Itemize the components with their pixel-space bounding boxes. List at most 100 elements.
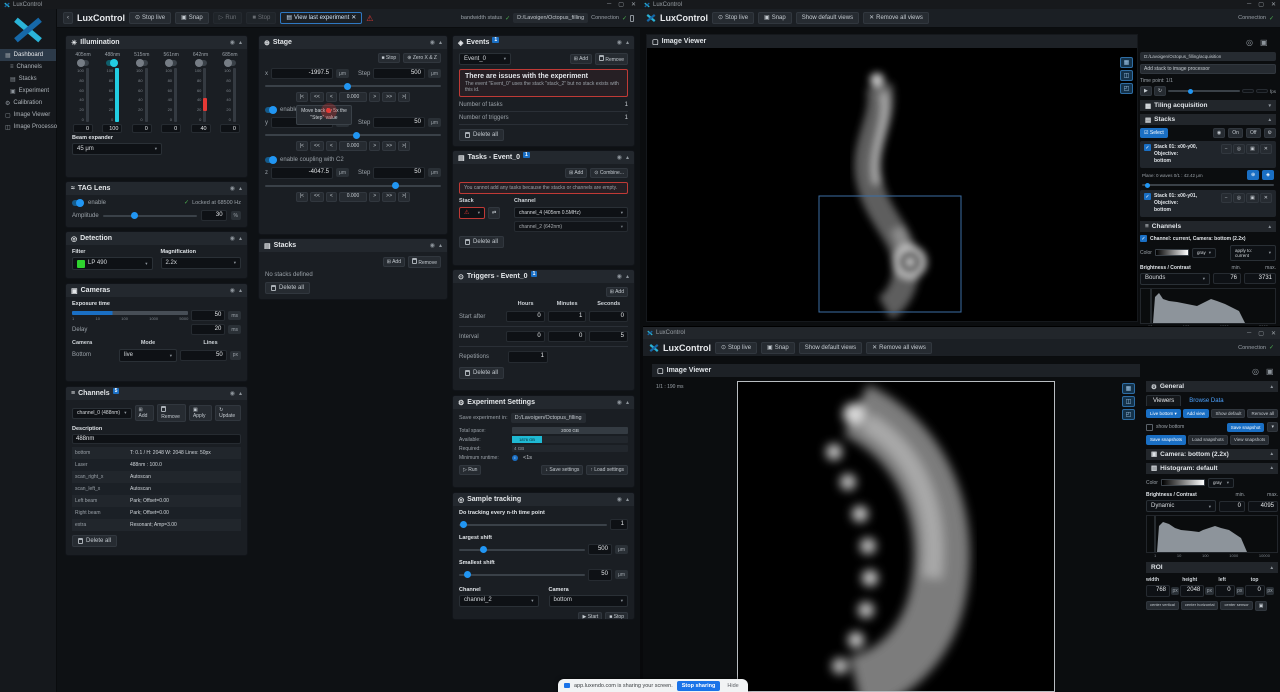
- magnification-select[interactable]: 2.2x▾: [161, 257, 242, 269]
- center-vertical-button[interactable]: center vertical: [1146, 601, 1179, 610]
- collapse-icon[interactable]: ▴: [626, 39, 629, 46]
- hide-share-bar-button[interactable]: Hide: [724, 681, 741, 691]
- play-button[interactable]: ▶: [1140, 86, 1152, 96]
- stack-list-item[interactable]: ✓ Stack 01: x00-y00, Objective:bottom −◎…: [1140, 141, 1276, 168]
- axis-slider[interactable]: [265, 185, 441, 187]
- stop-live-button[interactable]: ⊙Stop live: [129, 12, 171, 24]
- collapse-icon[interactable]: ▴: [239, 287, 242, 294]
- panel-options-icon[interactable]: ◉: [230, 39, 235, 46]
- start-minutes[interactable]: 1: [548, 311, 587, 322]
- jog-value[interactable]: 0.000: [339, 192, 368, 202]
- sidebar-item-image-processor[interactable]: ◫Image Processor: [0, 121, 56, 133]
- experiment-save-path[interactable]: D:/Lavoigen/Octopus_filling: [511, 413, 586, 423]
- stack-list-item[interactable]: ✓ Stack 01: x00-y01, Objective:bottom −◎…: [1140, 190, 1276, 217]
- smallest-shift-slider[interactable]: [459, 574, 585, 576]
- target-icon[interactable]: ◎: [1252, 367, 1259, 376]
- close-icon[interactable]: ✕: [1271, 330, 1276, 337]
- save-stack-button[interactable]: ▣: [1246, 144, 1259, 154]
- channel-select[interactable]: channel_0 (488nm)▾: [72, 408, 132, 419]
- timepoint-slider[interactable]: [1168, 90, 1240, 92]
- tracking-camera-select[interactable]: bottom▾: [549, 595, 629, 607]
- save-stack-button[interactable]: ▣: [1246, 193, 1259, 203]
- laser-toggle[interactable]: [165, 60, 177, 66]
- jog-value[interactable]: 0.000: [339, 141, 368, 151]
- roi-apply-button[interactable]: ▣: [1255, 601, 1268, 611]
- goto-plane-button[interactable]: ◈: [1262, 170, 1274, 180]
- bounds-select[interactable]: Bounds▾: [1140, 273, 1210, 285]
- center-horizontal-button[interactable]: center horizontal: [1181, 601, 1219, 610]
- stop-button[interactable]: ■Stop: [246, 12, 276, 24]
- collapse-icon[interactable]: ▴: [239, 235, 242, 242]
- sidebar-item-calibration[interactable]: ⚙Calibration: [0, 97, 56, 109]
- add-stack-button[interactable]: ⊞ Add: [383, 257, 405, 267]
- event-select[interactable]: Event_0▾: [459, 53, 511, 65]
- minimize-icon[interactable]: ─: [1247, 330, 1251, 337]
- start-hours[interactable]: 0: [506, 311, 545, 322]
- axis-slider[interactable]: [265, 85, 441, 87]
- panel-options-icon[interactable]: ◉: [430, 39, 435, 46]
- view-xz-button[interactable]: ◫: [1120, 70, 1133, 81]
- snapshot-options-button[interactable]: ▾: [1267, 422, 1278, 432]
- live-bottom-button[interactable]: Live bottom ▾: [1146, 409, 1181, 418]
- view-xy-button[interactable]: ▦: [1122, 383, 1135, 394]
- jog-value[interactable]: 0.000: [339, 92, 368, 102]
- run-button[interactable]: ▷Run: [213, 12, 243, 24]
- largest-shift-slider[interactable]: [459, 549, 585, 551]
- bounds-select[interactable]: Dynamic▾: [1146, 500, 1216, 512]
- add-task-button[interactable]: ⊞ Add: [565, 168, 587, 178]
- jog-back-button[interactable]: <: [326, 192, 337, 202]
- histogram-header[interactable]: ▥Histogram: default▴: [1146, 463, 1278, 474]
- collapse-stack-button[interactable]: −: [1221, 144, 1232, 154]
- tag-enable-toggle[interactable]: [72, 200, 84, 206]
- tracking-stop-button[interactable]: ■ Stop: [605, 612, 628, 620]
- view-3d-button[interactable]: ◰: [1120, 83, 1133, 94]
- collapse-icon[interactable]: ▴: [239, 39, 242, 46]
- power-value[interactable]: 0: [132, 124, 152, 133]
- zoom-plane-button[interactable]: ⊕: [1247, 170, 1259, 180]
- fps-field[interactable]: [1242, 89, 1254, 93]
- sidebar-item-channels[interactable]: ≡Channels: [0, 61, 56, 73]
- power-value[interactable]: 0: [161, 124, 181, 133]
- remove-all-button[interactable]: Remove all: [1247, 409, 1278, 418]
- target-icon[interactable]: ◎: [1246, 38, 1253, 47]
- close-icon[interactable]: ✕: [1271, 1, 1276, 8]
- collapse-icon[interactable]: ▴: [239, 390, 242, 397]
- fullscreen-icon[interactable]: ▣: [1260, 38, 1268, 47]
- bulb-icon-button[interactable]: ◉: [1213, 128, 1225, 138]
- save-snapshot-button[interactable]: Save snapshot: [1227, 423, 1265, 432]
- roi-left[interactable]: 0: [1215, 585, 1235, 596]
- channel-checkbox[interactable]: ✓: [1140, 235, 1147, 242]
- collapse-stack-button[interactable]: −: [1221, 193, 1232, 203]
- snap-button[interactable]: ▣Snap: [761, 342, 795, 354]
- minimize-icon[interactable]: ─: [1247, 1, 1251, 8]
- collapse-icon[interactable]: ▴: [626, 273, 629, 280]
- close-stack-button[interactable]: ✕: [1260, 193, 1272, 203]
- roi-top[interactable]: 0: [1245, 585, 1265, 596]
- snap-stack-button[interactable]: ◎: [1233, 144, 1245, 154]
- fullscreen-icon[interactable]: ▣: [1266, 367, 1274, 376]
- maximize-icon[interactable]: ▢: [1258, 1, 1264, 8]
- stop-live-button[interactable]: ⊙Stop live: [715, 342, 757, 354]
- power-value[interactable]: 100: [102, 124, 122, 133]
- jog-fast-back-button[interactable]: <<: [310, 92, 324, 102]
- tracking-every-slider[interactable]: [459, 524, 607, 526]
- laser-toggle[interactable]: [77, 60, 89, 66]
- lut-select[interactable]: gray▾: [1208, 478, 1234, 488]
- close-icon[interactable]: ✕: [351, 15, 356, 21]
- remove-event-button[interactable]: Remove: [595, 53, 628, 65]
- speed-field[interactable]: [1256, 89, 1268, 93]
- stage-zero-button[interactable]: ⊕ Zero X & Z: [403, 53, 441, 63]
- all-off-button[interactable]: Off: [1246, 128, 1261, 138]
- add-view-button[interactable]: Add view: [1183, 409, 1209, 418]
- axis-position[interactable]: -1997.5: [271, 68, 333, 79]
- axis-slider[interactable]: [265, 134, 441, 136]
- coupling-toggle[interactable]: [265, 157, 277, 163]
- axis-position[interactable]: -4047.5: [271, 167, 333, 178]
- maximize-icon[interactable]: ▢: [618, 1, 624, 8]
- interval-seconds[interactable]: 5: [589, 331, 628, 342]
- max-value[interactable]: 3731: [1244, 273, 1276, 284]
- collapse-icon[interactable]: ▴: [626, 496, 629, 503]
- remove-stack-button[interactable]: Remove: [408, 256, 441, 268]
- filter-select[interactable]: LP 490▾: [72, 257, 153, 270]
- roi-header[interactable]: ROI▴: [1146, 562, 1278, 573]
